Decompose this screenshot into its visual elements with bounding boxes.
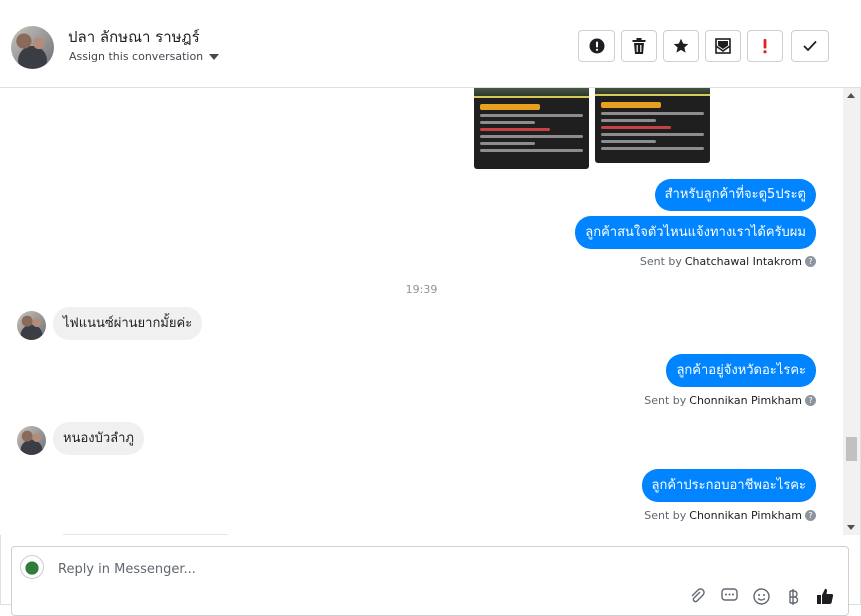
contact-avatar-small[interactable]	[17, 311, 46, 340]
caret-down-icon	[209, 53, 220, 60]
reply-composer	[11, 546, 849, 616]
contact-avatar-small[interactable]	[17, 426, 46, 455]
star-icon	[673, 38, 689, 53]
contact-name[interactable]: ปลา ลักษณา ราษฎร์	[68, 25, 200, 49]
saved-replies-button[interactable]	[720, 587, 738, 605]
follow-up-button[interactable]	[747, 30, 783, 62]
sent-by-label: Sent by Chonnikan Pimkham ?	[644, 394, 816, 407]
mark-unread-button[interactable]	[705, 30, 741, 62]
conversation-header: ปลา ลักษณา ราษฎร์ Assign this conversati…	[0, 0, 861, 88]
mark-done-button[interactable]	[791, 30, 829, 62]
sent-by-prefix: Sent by	[644, 394, 687, 407]
outgoing-message[interactable]: ลูกค้าประกอบอาชีพอะไรคะ	[641, 469, 816, 502]
attachment-button[interactable]	[688, 587, 706, 605]
sender-name[interactable]: Chatchawal Intakrom	[685, 255, 802, 268]
reply-input[interactable]	[56, 558, 660, 580]
outgoing-message[interactable]: สำหรับลูกค้าที่จะดู5ประตู	[654, 179, 816, 211]
page-avatar	[20, 555, 44, 579]
next-item-edge	[63, 534, 228, 535]
shared-image-card[interactable]	[595, 88, 710, 163]
mark-spam-button[interactable]	[578, 30, 615, 62]
header-actions	[578, 30, 829, 62]
incoming-message[interactable]: ไฟแนนซ์ผ่านยากมั้ยค่ะ	[53, 307, 203, 340]
baht-icon	[789, 588, 799, 605]
incoming-message[interactable]: หนองบัวลำภู	[53, 422, 144, 455]
scrollbar-thumb[interactable]	[846, 437, 857, 461]
emoji-button[interactable]	[752, 587, 770, 605]
help-icon[interactable]: ?	[805, 510, 816, 521]
timestamp: 19:39	[405, 283, 438, 296]
help-icon[interactable]: ?	[805, 395, 816, 406]
scroll-down-arrow-icon[interactable]	[847, 525, 855, 530]
assign-conversation-dropdown[interactable]: Assign this conversation	[69, 50, 220, 63]
shared-image-card[interactable]	[474, 88, 589, 169]
chat-bubble-icon	[720, 588, 738, 601]
send-like-button[interactable]	[816, 587, 834, 605]
trash-icon	[632, 38, 646, 54]
outgoing-message[interactable]: ลูกค้าอยู่จังหวัดอะไรคะ	[666, 354, 816, 387]
sent-by-label: Sent by Chatchawal Intakrom ?	[640, 255, 816, 268]
paperclip-icon	[691, 588, 705, 603]
star-button[interactable]	[663, 30, 699, 62]
payment-button[interactable]	[784, 587, 802, 605]
delete-button[interactable]	[621, 30, 657, 62]
exclamation-icon	[763, 39, 767, 54]
composer-tools	[688, 587, 834, 605]
help-icon[interactable]: ?	[805, 256, 816, 267]
smiley-icon	[752, 587, 770, 605]
envelope-icon	[715, 38, 731, 54]
alert-circle-icon	[589, 38, 604, 54]
sender-name[interactable]: Chonnikan Pimkham	[689, 394, 802, 407]
thread-scrollbar[interactable]	[843, 88, 860, 535]
sent-by-prefix: Sent by	[639, 255, 682, 268]
scroll-up-arrow-icon[interactable]	[847, 93, 855, 98]
outgoing-message[interactable]: ลูกค้าสนใจตัวไหนแจ้งทางเราได้ครับผม	[575, 216, 816, 249]
thumbs-up-icon	[817, 588, 834, 604]
contact-avatar[interactable]	[11, 26, 54, 69]
assign-label: Assign this conversation	[69, 50, 204, 63]
sent-by-label: Sent by Chonnikan Pimkham ?	[644, 509, 816, 522]
sender-name[interactable]: Chonnikan Pimkham	[689, 509, 802, 522]
message-thread[interactable]: สำหรับลูกค้าที่จะดู5ประตู ลูกค้าสนใจตัวไ…	[0, 88, 843, 535]
sent-by-prefix: Sent by	[644, 509, 687, 522]
checkmark-icon	[803, 40, 817, 52]
